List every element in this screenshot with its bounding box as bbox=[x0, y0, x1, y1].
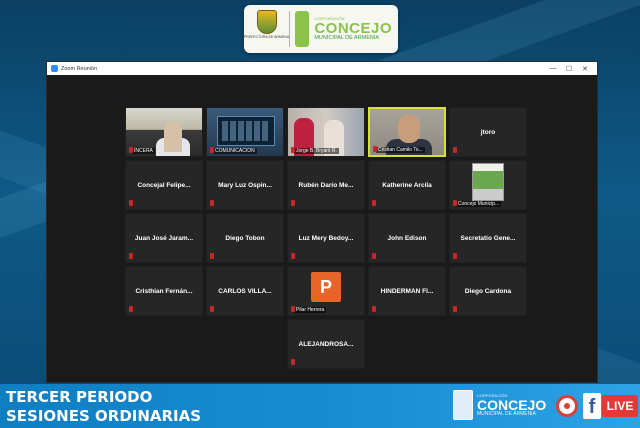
muted-mic-icon bbox=[291, 306, 295, 312]
participant-tile[interactable]: Mary Luz Ospin... bbox=[206, 160, 284, 210]
close-button[interactable]: ✕ bbox=[577, 65, 593, 73]
participant-tile[interactable]: Secretatio Gene... bbox=[449, 213, 527, 263]
participant-name: ALEJANDROSA... bbox=[298, 340, 354, 348]
minimize-button[interactable]: — bbox=[545, 65, 561, 72]
participant-name: COMUNICACION bbox=[213, 148, 257, 154]
session-title: TERCER PERIODO SESIONES ORDINARIAS bbox=[6, 388, 201, 426]
participant-tile[interactable]: jtoro bbox=[449, 107, 527, 157]
zoom-meeting-window: Zoom Reunión — ☐ ✕ INCERA COMUNICACION Jor… bbox=[46, 61, 598, 383]
muted-mic-icon bbox=[372, 306, 376, 312]
muted-mic-icon bbox=[210, 147, 214, 153]
crest-shield-icon bbox=[257, 10, 277, 34]
muted-mic-icon bbox=[210, 253, 214, 259]
participant-name: CARLOS VILLA... bbox=[218, 287, 272, 295]
participant-name: INCERA bbox=[132, 148, 155, 154]
participant-tile[interactable]: P Pilar Herrera bbox=[287, 266, 365, 316]
muted-mic-icon bbox=[373, 146, 377, 152]
municipal-crest: PREFECTURA DE ARMENIA bbox=[244, 10, 290, 48]
participant-name: Katherine Arcila bbox=[382, 181, 432, 189]
crest-caption: PREFECTURA DE ARMENIA bbox=[243, 35, 291, 39]
participant-tile[interactable]: Katherine Arcila bbox=[368, 160, 446, 210]
broadcast-signal-icon bbox=[556, 395, 578, 417]
council-building-icon bbox=[294, 11, 310, 47]
participant-tile[interactable]: Luz Mery Bedoy... bbox=[287, 213, 365, 263]
facebook-icon: f bbox=[583, 393, 601, 419]
maximize-button[interactable]: ☐ bbox=[561, 65, 577, 73]
participant-tile[interactable]: Concejo Municip... bbox=[449, 160, 527, 210]
participant-name: Pilar Herrera bbox=[294, 307, 327, 313]
banner-logo-wordmark: CORPORACIÓN CONCEJO MUNICIPAL DE ARMENIA bbox=[477, 393, 547, 417]
shared-screen bbox=[217, 116, 275, 146]
participant-name: John Edison bbox=[387, 234, 427, 242]
participant-name: jtoro bbox=[480, 128, 496, 136]
muted-mic-icon bbox=[210, 306, 214, 312]
muted-mic-icon bbox=[210, 200, 214, 206]
profile-picture bbox=[472, 163, 504, 201]
muted-mic-icon bbox=[291, 200, 295, 206]
bottom-banner: TERCER PERIODO SESIONES ORDINARIAS CORPO… bbox=[0, 384, 640, 428]
participant-tile[interactable]: INCERA bbox=[125, 107, 203, 157]
participant-name: Secretatio Gene... bbox=[460, 234, 516, 242]
participant-tile[interactable]: John Edison bbox=[368, 213, 446, 263]
participant-tile[interactable]: Cristhian Fernán... bbox=[125, 266, 203, 316]
participant-tile[interactable]: HINDERMAN FI... bbox=[368, 266, 446, 316]
window-title: Zoom Reunión bbox=[61, 65, 98, 72]
muted-mic-icon bbox=[129, 147, 133, 153]
logo-divider bbox=[289, 11, 290, 47]
participant-tile[interactable]: Jorge B. Bryant R. bbox=[287, 107, 365, 157]
participant-name: Cristian Camilo To... bbox=[376, 147, 425, 153]
participant-tile[interactable]: CARLOS VILLA... bbox=[206, 266, 284, 316]
participant-name: Concejo Municip... bbox=[456, 201, 502, 207]
banner-logo-subtitle: MUNICIPAL DE ARMENIA bbox=[477, 410, 536, 417]
muted-mic-icon bbox=[372, 253, 376, 259]
muted-mic-icon bbox=[129, 200, 133, 206]
session-line-1: TERCER PERIODO bbox=[6, 388, 153, 406]
participant-tile[interactable]: Juan José Jaram... bbox=[125, 213, 203, 263]
muted-mic-icon bbox=[453, 253, 457, 259]
avatar: P bbox=[311, 272, 341, 302]
muted-mic-icon bbox=[453, 147, 457, 153]
logo-wordmark: CORPORACIÓN CONCEJO MUNICIPAL DE ARMENIA bbox=[314, 16, 392, 42]
participant-name: Luz Mery Bedoy... bbox=[298, 234, 354, 242]
person-shape bbox=[164, 122, 182, 152]
banner-logo-name: CONCEJO bbox=[477, 396, 547, 413]
session-line-2: SESIONES ORDINARIAS bbox=[6, 407, 202, 425]
muted-mic-icon bbox=[291, 147, 295, 153]
participant-name: Jorge B. Bryant R. bbox=[294, 148, 339, 154]
participant-tile[interactable]: Cristian Camilo To... bbox=[368, 107, 446, 157]
window-titlebar: Zoom Reunión — ☐ ✕ bbox=[47, 62, 597, 75]
participant-name: HINDERMAN FI... bbox=[380, 287, 434, 295]
muted-mic-icon bbox=[372, 200, 376, 206]
council-building-icon bbox=[453, 390, 473, 420]
participant-tile[interactable]: Rubén Darío Me... bbox=[287, 160, 365, 210]
participant-name: Diego Cardona bbox=[464, 287, 512, 295]
zoom-app-icon bbox=[51, 65, 58, 72]
participant-name: Concejal Felipe... bbox=[137, 181, 191, 189]
muted-mic-icon bbox=[453, 200, 457, 206]
participant-name: Cristhian Fernán... bbox=[135, 287, 193, 295]
live-badge: LIVE bbox=[602, 395, 638, 417]
participant-name: Diego Tobon bbox=[225, 234, 265, 242]
muted-mic-icon bbox=[291, 359, 295, 365]
participant-tile[interactable]: Concejal Felipe... bbox=[125, 160, 203, 210]
participant-tile[interactable]: Diego Cardona bbox=[449, 266, 527, 316]
logo-name: CONCEJO bbox=[314, 19, 392, 37]
participant-gallery-grid: INCERA COMUNICACION Jorge B. Bryant R. Cris… bbox=[125, 107, 527, 369]
banner-concejo-logo: CORPORACIÓN CONCEJO MUNICIPAL DE ARMENIA bbox=[453, 390, 546, 420]
person-shape bbox=[398, 115, 420, 143]
logo-subtitle: MUNICIPAL DE ARMENIA bbox=[314, 34, 380, 41]
muted-mic-icon bbox=[129, 253, 133, 259]
participant-name: Mary Luz Ospin... bbox=[218, 181, 272, 189]
participant-tile[interactable]: Diego Tobon bbox=[206, 213, 284, 263]
participant-tile[interactable]: COMUNICACION bbox=[206, 107, 284, 157]
muted-mic-icon bbox=[129, 306, 133, 312]
concejo-logo-header: PREFECTURA DE ARMENIA CORPORACIÓN CONCEJ… bbox=[244, 5, 398, 53]
participant-name: Rubén Darío Me... bbox=[298, 181, 354, 189]
participant-tile[interactable]: ALEJANDROSA... bbox=[287, 319, 365, 369]
participant-name: Juan José Jaram... bbox=[134, 234, 194, 242]
muted-mic-icon bbox=[453, 306, 457, 312]
muted-mic-icon bbox=[291, 253, 295, 259]
